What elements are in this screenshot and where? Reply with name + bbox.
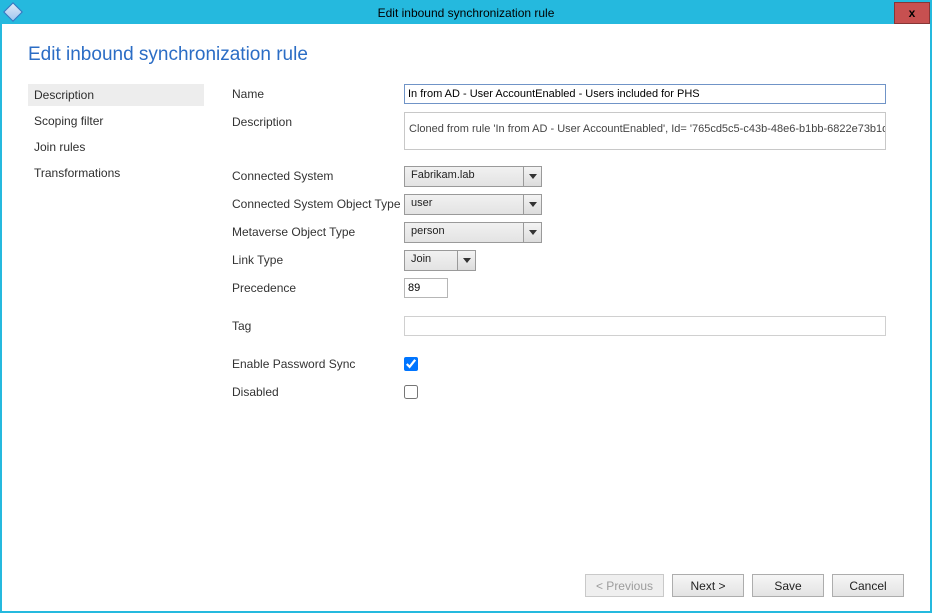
disabled-label: Disabled — [232, 382, 404, 399]
cs-object-type-select[interactable]: user — [404, 194, 542, 215]
mv-object-type-value: person — [405, 223, 523, 242]
enable-password-sync-checkbox[interactable] — [404, 357, 418, 371]
sidebar-item-label: Scoping filter — [34, 114, 103, 128]
sidebar-item-label: Join rules — [34, 140, 85, 154]
sidebar-item-description[interactable]: Description — [28, 84, 204, 106]
content-area: Edit inbound synchronization rule Descri… — [2, 24, 930, 611]
description-label: Description — [232, 112, 404, 129]
title-bar: Edit inbound synchronization rule x — [2, 2, 930, 24]
precedence-label: Precedence — [232, 278, 404, 295]
main-area: Description Scoping filter Join rules Tr… — [28, 84, 904, 566]
cs-object-type-value: user — [405, 195, 523, 214]
sidebar-item-transformations[interactable]: Transformations — [28, 162, 204, 184]
window-title: Edit inbound synchronization rule — [378, 6, 555, 20]
next-button[interactable]: Next > — [672, 574, 744, 597]
sidebar-item-join-rules[interactable]: Join rules — [28, 136, 204, 158]
form-area: Name Description Cloned from rule 'In fr… — [204, 84, 904, 566]
close-icon: x — [909, 6, 916, 20]
cancel-button[interactable]: Cancel — [832, 574, 904, 597]
name-label: Name — [232, 84, 404, 101]
app-icon — [3, 2, 23, 22]
name-input[interactable] — [404, 84, 886, 104]
close-button[interactable]: x — [894, 2, 930, 24]
sidebar-item-scoping-filter[interactable]: Scoping filter — [28, 110, 204, 132]
connected-system-label: Connected System — [232, 166, 404, 183]
previous-button[interactable]: < Previous — [585, 574, 664, 597]
chevron-down-icon — [523, 223, 541, 242]
connected-system-select[interactable]: Fabrikam.lab — [404, 166, 542, 187]
sidebar: Description Scoping filter Join rules Tr… — [28, 84, 204, 566]
disabled-checkbox[interactable] — [404, 385, 418, 399]
link-type-label: Link Type — [232, 250, 404, 267]
footer-buttons: < Previous Next > Save Cancel — [28, 566, 904, 597]
precedence-input[interactable] — [404, 278, 448, 298]
connected-system-value: Fabrikam.lab — [405, 167, 523, 186]
tag-label: Tag — [232, 316, 404, 333]
cs-object-type-label: Connected System Object Type — [232, 194, 404, 211]
description-input[interactable]: Cloned from rule 'In from AD - User Acco… — [404, 112, 886, 150]
tag-input[interactable] — [404, 316, 886, 336]
link-type-value: Join — [405, 251, 457, 270]
sidebar-item-label: Transformations — [34, 166, 120, 180]
sidebar-item-label: Description — [34, 88, 94, 102]
enable-password-sync-label: Enable Password Sync — [232, 354, 404, 371]
description-text: Cloned from rule 'In from AD - User Acco… — [409, 123, 886, 135]
chevron-down-icon — [457, 251, 475, 270]
link-type-select[interactable]: Join — [404, 250, 476, 271]
chevron-down-icon — [523, 195, 541, 214]
chevron-down-icon — [523, 167, 541, 186]
page-heading: Edit inbound synchronization rule — [28, 44, 904, 66]
mv-object-type-label: Metaverse Object Type — [232, 222, 404, 239]
save-button[interactable]: Save — [752, 574, 824, 597]
window-frame: Edit inbound synchronization rule x Edit… — [0, 0, 932, 613]
mv-object-type-select[interactable]: person — [404, 222, 542, 243]
